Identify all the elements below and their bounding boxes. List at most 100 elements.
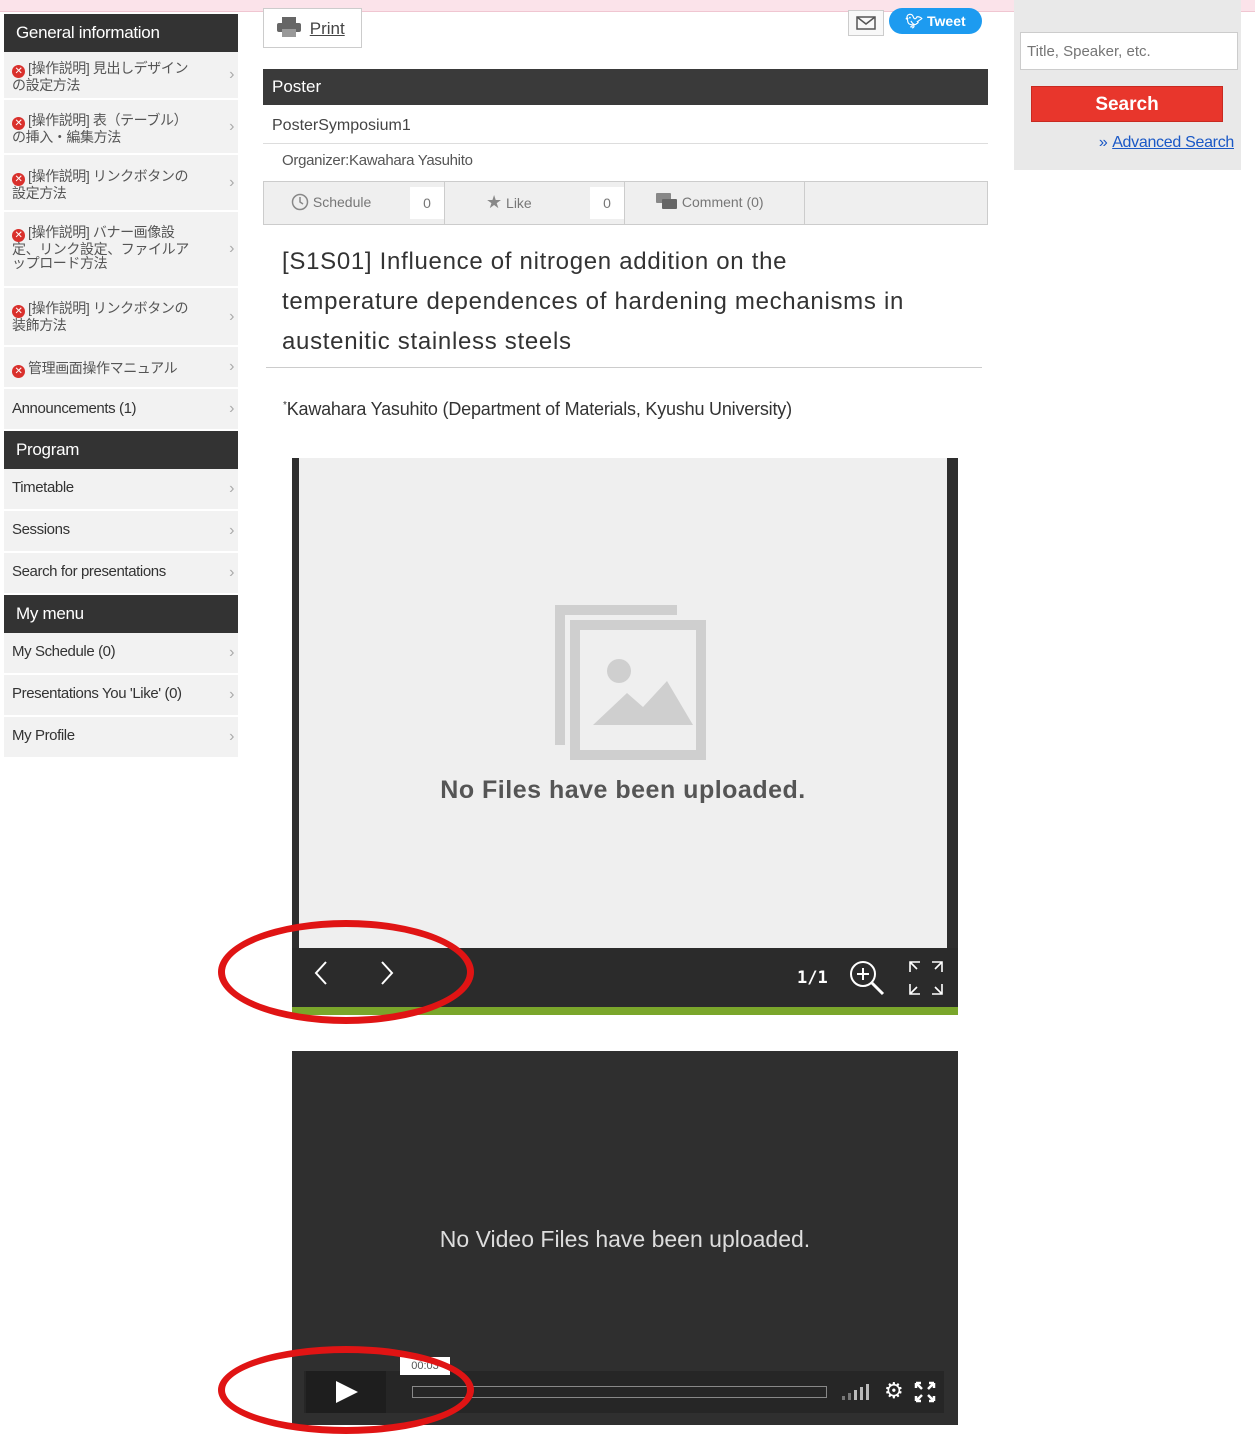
close-circle-icon: ✕ xyxy=(12,365,25,378)
title-line: austenitic stainless steels xyxy=(282,328,572,355)
sidebar-item-heading-design[interactable]: ✕ [操作説明] 見出しデザイン の設定方法 › xyxy=(4,52,238,100)
sidebar-item-my-schedule[interactable]: My Schedule (0) › xyxy=(4,633,238,675)
author-list: Kawahara Yasuhito (Department of Materia… xyxy=(286,399,792,419)
sidebar-item-label: [操作説明] 表（テーブル） xyxy=(28,112,188,128)
comment-button[interactable]: Comment (0) xyxy=(656,182,764,224)
chevron-right-icon: › xyxy=(229,173,234,191)
program-header: Program xyxy=(4,431,238,469)
volume-icon[interactable] xyxy=(840,1382,870,1407)
page-indicator: 1/1 xyxy=(797,968,828,988)
advanced-search-link-wrap: » Advanced Search xyxy=(1099,134,1234,152)
like-button[interactable]: ★ Like xyxy=(486,182,532,224)
action-bar: Schedule 0 ★ Like 0 Comment (0) xyxy=(263,181,988,225)
chevron-right-icon: › xyxy=(229,686,234,703)
poster-viewer-screen: No Files have been uploaded. xyxy=(299,458,947,948)
printer-icon xyxy=(277,17,301,37)
title-line: [S1S01] Influence of nitrogen addition o… xyxy=(282,248,788,275)
chevron-right-icon: › xyxy=(229,728,234,745)
sidebar-item-label: My Profile xyxy=(12,727,75,744)
sidebar-item-sessions[interactable]: Sessions › xyxy=(4,511,238,553)
chevron-right-icon: › xyxy=(229,522,234,539)
chevron-right-icon: › xyxy=(229,400,234,417)
symposium-name[interactable]: PosterSymposium1 xyxy=(263,108,988,144)
sidebar-item-label: Presentations You 'Like' (0) xyxy=(12,685,182,702)
sidebar-item-liked-presentations[interactable]: Presentations You 'Like' (0) › xyxy=(4,675,238,717)
chevron-right-icon: › xyxy=(229,358,234,375)
sidebar-item-label: [操作説明] リンクボタンの xyxy=(28,300,189,316)
sidebar-item-label: Timetable xyxy=(12,479,74,496)
sidebar-item-label: [操作説明] リンクボタンの xyxy=(28,168,189,184)
sidebar-item-label: [操作説明] バナー画像設 xyxy=(28,224,175,240)
schedule-button[interactable]: Schedule xyxy=(291,182,371,224)
authors: *Kawahara Yasuhito (Department of Materi… xyxy=(283,399,792,420)
schedule-label: Schedule xyxy=(312,194,372,210)
sidebar-item-label: My Schedule (0) xyxy=(12,643,116,660)
general-information-header: General information xyxy=(4,14,238,52)
divider xyxy=(444,182,445,224)
sidebar-item-label: Search for presentations xyxy=(12,563,166,580)
like-count: 0 xyxy=(590,187,624,219)
print-label: Print xyxy=(309,19,345,38)
chevron-right-icon: › xyxy=(229,644,234,661)
annotation-circle-play xyxy=(218,1346,474,1434)
chevron-right-icon: › xyxy=(229,66,234,83)
sidebar-item-label: ップロード方法 xyxy=(12,255,108,271)
presentation-title: [S1S01] Influence of nitrogen addition o… xyxy=(282,242,972,362)
tweet-label: Tweet xyxy=(927,13,966,29)
title-line: temperature dependences of hardening mec… xyxy=(282,288,905,315)
sidebar-item-banner-settings[interactable]: ✕ [操作説明] バナー画像設 定、リンク設定、ファイルア ップロード方法 › xyxy=(4,212,238,288)
schedule-count: 0 xyxy=(410,187,444,219)
divider xyxy=(266,367,982,368)
divider xyxy=(804,182,805,224)
organizer: Organizer:Kawahara Yasuhito xyxy=(282,152,473,169)
sidebar-item-label: 設定方法 xyxy=(12,185,67,201)
chevron-right-icon: › xyxy=(229,564,234,581)
divider xyxy=(624,182,625,224)
image-placeholder-icon xyxy=(555,605,706,760)
sidebar-item-label: の挿入・編集方法 xyxy=(12,129,121,145)
twitter-bird-icon: 🐦︎ xyxy=(905,13,924,29)
mail-button[interactable] xyxy=(848,10,884,36)
seek-bar[interactable] xyxy=(412,1386,827,1398)
sidebar: General information ✕ [操作説明] 見出しデザイン の設定方… xyxy=(4,14,238,759)
sidebar-item-label: [操作説明] 見出しデザイン xyxy=(28,60,189,76)
sidebar-item-label: の設定方法 xyxy=(12,77,80,93)
chevron-right-icon: › xyxy=(229,480,234,497)
no-video-message: No Video Files have been uploaded. xyxy=(439,1226,811,1252)
sidebar-item-search-presentations[interactable]: Search for presentations › xyxy=(4,553,238,595)
search-button[interactable]: Search xyxy=(1031,86,1223,122)
sidebar-item-label: 装飾方法 xyxy=(12,317,67,333)
sidebar-item-admin-manual[interactable]: ✕ 管理画面操作マニュアル › xyxy=(4,347,238,389)
comment-label: Comment (0) xyxy=(681,194,764,210)
settings-gear-icon[interactable]: ⚙ xyxy=(884,1378,904,1404)
advanced-search-link[interactable]: Advanced Search xyxy=(1112,134,1234,151)
search-input[interactable] xyxy=(1020,32,1238,70)
star-icon: ★ xyxy=(486,192,503,212)
chevron-right-icon: › xyxy=(229,307,234,325)
fullscreen-icon[interactable] xyxy=(906,958,946,1003)
sidebar-item-link-button-decoration[interactable]: ✕ [操作説明] リンクボタンの 装飾方法 › xyxy=(4,288,238,347)
sidebar-item-label: Sessions xyxy=(12,521,70,538)
annotation-circle-nav xyxy=(218,920,474,1024)
sidebar-item-link-button-settings[interactable]: ✕ [操作説明] リンクボタンの 設定方法 › xyxy=(4,155,238,212)
no-files-message: No Files have been uploaded. xyxy=(440,776,806,804)
search-panel: Search » Advanced Search xyxy=(1014,0,1241,170)
sidebar-item-label: Announcements (1) xyxy=(12,400,137,417)
mail-icon xyxy=(856,16,876,30)
my-menu-header: My menu xyxy=(4,595,238,633)
poster-section-header: Poster xyxy=(263,69,988,105)
tweet-button[interactable]: 🐦︎ Tweet xyxy=(889,8,982,34)
zoom-in-icon[interactable] xyxy=(848,959,886,1002)
clock-icon xyxy=(291,193,309,211)
comment-icon xyxy=(656,193,677,209)
chevron-right-icon: › xyxy=(229,240,234,257)
chevron-right-icon: › xyxy=(229,117,234,135)
fullscreen-icon[interactable] xyxy=(914,1381,936,1408)
sidebar-item-label: 管理画面操作マニュアル xyxy=(28,360,178,376)
sidebar-item-table-insert[interactable]: ✕ [操作説明] 表（テーブル） の挿入・編集方法 › xyxy=(4,100,238,155)
sidebar-item-announcements[interactable]: Announcements (1) › xyxy=(4,389,238,431)
like-label: Like xyxy=(506,195,532,211)
print-button[interactable]: Print xyxy=(263,8,362,48)
sidebar-item-my-profile[interactable]: My Profile › xyxy=(4,717,238,759)
sidebar-item-timetable[interactable]: Timetable › xyxy=(4,469,238,511)
